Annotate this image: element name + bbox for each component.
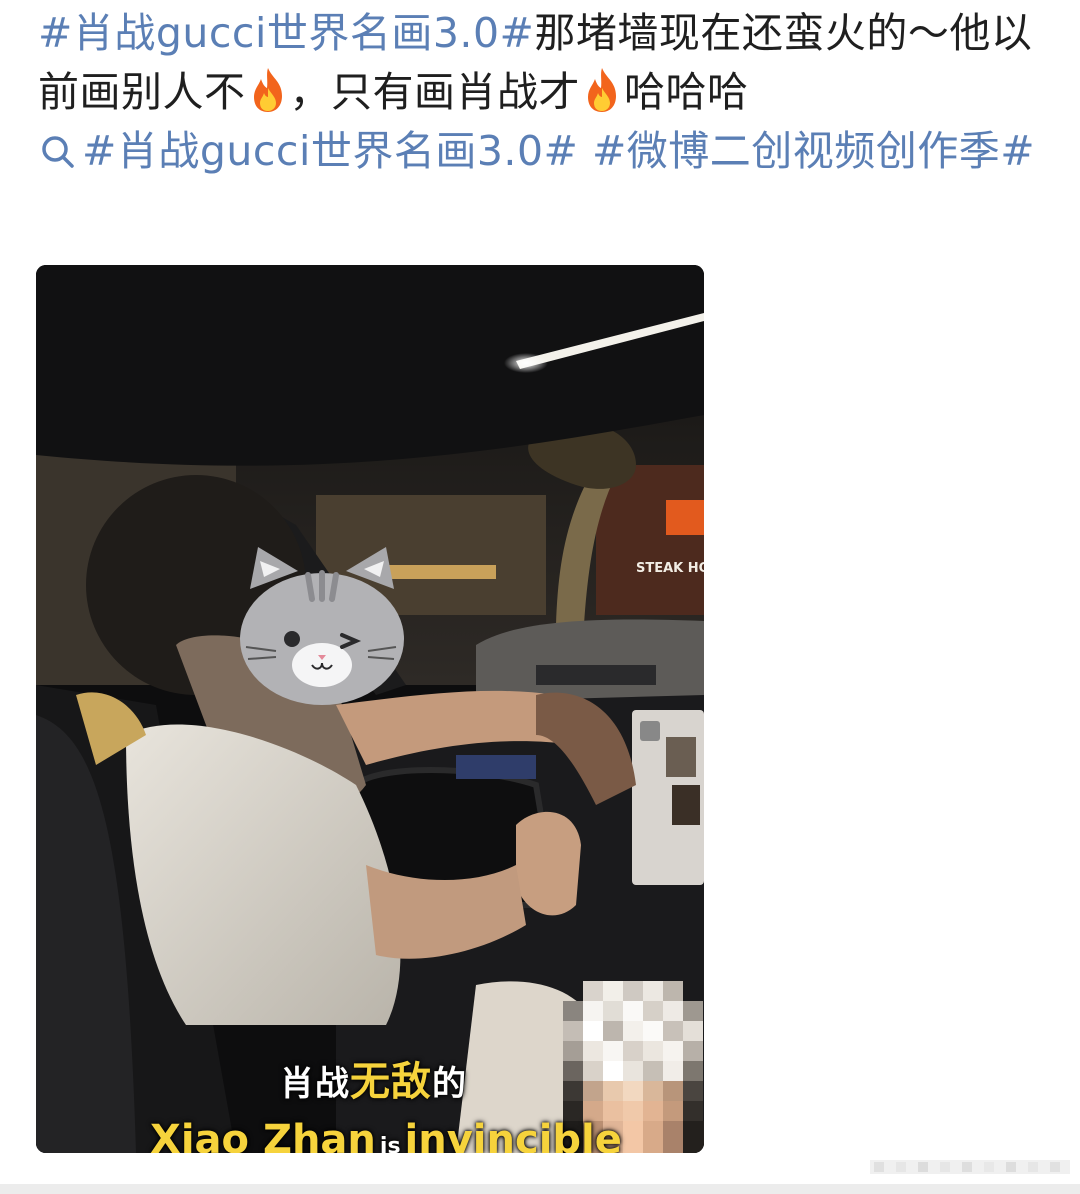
subtitle-cn-part: 的: [432, 1064, 467, 1104]
subtitle-chinese: 肖战无敌的: [280, 1049, 467, 1107]
search-icon[interactable]: [38, 131, 78, 171]
fire-emoji-icon: [253, 68, 282, 112]
post-text: #肖战gucci世界名画3.0#那堵墙现在还蛮火的～他以前画别人不 ，只有画肖战才…: [38, 4, 1058, 181]
topic-link[interactable]: #肖战gucci世界名画3.0#: [82, 127, 578, 175]
subtitle-english: Xiao Zhan is invincible: [150, 1117, 622, 1153]
cat-face-sticker-icon: [240, 547, 404, 705]
video-thumbnail[interactable]: STEAK HOUS 肖战无敌的 Xiao Zhanisinvincible: [36, 265, 704, 1153]
subtitle-en-part: Xiao Zhan: [150, 1117, 376, 1153]
topic-link[interactable]: #肖战gucci世界名画3.0#: [38, 9, 534, 57]
subtitle-cn-highlight: 无敌: [350, 1059, 432, 1105]
store-sign: STEAK HOUS: [636, 561, 704, 576]
bottom-divider: [0, 1184, 1080, 1194]
subtitle-en-small: is: [379, 1134, 401, 1153]
subtitle-cn-part: 肖战: [280, 1064, 350, 1104]
pagination-indicator: [870, 1160, 1070, 1174]
post-body-text-3: 哈哈哈: [624, 68, 749, 116]
topic-link[interactable]: #微博二创视频创作季#: [592, 127, 1035, 175]
post-body-text-2: ，只有画肖战才: [289, 68, 580, 116]
subtitle-en-part: invincible: [404, 1117, 622, 1153]
fire-emoji-icon: [588, 68, 616, 112]
